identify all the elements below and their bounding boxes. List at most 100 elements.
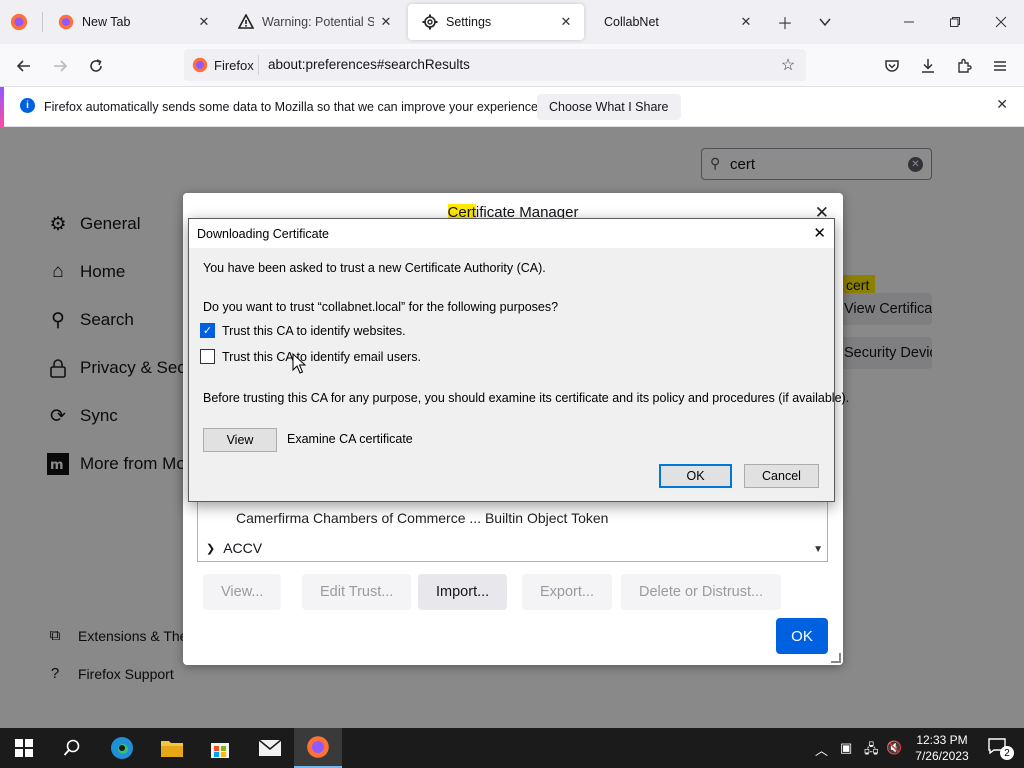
list-all-tabs-chevron-icon[interactable]: [813, 10, 837, 34]
tray-chevron-up-icon[interactable]: ︿: [815, 740, 828, 759]
gear-icon: ⚙: [49, 213, 67, 235]
import-button[interactable]: Import...: [418, 574, 508, 610]
dialog-title: Downloading Certificate: [197, 227, 330, 241]
scroll-down-icon[interactable]: ▼: [813, 544, 823, 555]
security-devices-button[interactable]: Security Devices...: [830, 337, 932, 369]
trust-email-checkbox[interactable]: [200, 349, 215, 364]
category-home[interactable]: ⌂ Home: [46, 258, 125, 286]
close-tab-icon[interactable]: ✕: [734, 10, 758, 34]
chevron-down-icon[interactable]: ❯: [206, 542, 215, 555]
firefox-taskbar-icon[interactable]: [294, 728, 342, 768]
search-highlight: cert: [840, 275, 876, 295]
system-clock[interactable]: 12:33 PM 7/26/2023: [906, 732, 978, 764]
new-tab-plus-icon[interactable]: ＋: [773, 10, 797, 34]
export-button[interactable]: Export...: [522, 574, 612, 610]
category-label: Sync: [80, 406, 118, 425]
network-icon[interactable]: 🖧: [864, 740, 879, 762]
trust-websites-checkbox[interactable]: ✓: [200, 323, 215, 338]
firefox-view-icon[interactable]: [10, 13, 28, 31]
mozilla-icon: m: [46, 452, 70, 476]
tab-settings[interactable]: Settings ✕: [408, 4, 584, 40]
tab-title: Warning: Potential Securi: [262, 15, 374, 29]
delete-distrust-button[interactable]: Delete or Distrust...: [621, 574, 782, 610]
lock-icon: [46, 356, 70, 380]
file-explorer-icon[interactable]: [148, 728, 196, 768]
trust-email-option[interactable]: Trust this CA to identify email users.: [200, 349, 421, 364]
tab-strip: New Tab ✕ Warning: Potential Securi ✕ Se…: [0, 0, 1024, 44]
intro-text: You have been asked to trust a new Certi…: [203, 261, 546, 275]
search-value: cert: [730, 156, 756, 173]
notification-center-icon[interactable]: 2: [988, 738, 1014, 760]
certificate-tree[interactable]: Camerfirma Chambers of Commerce ... Buil…: [197, 500, 828, 562]
clock-date: 7/26/2023: [915, 749, 969, 763]
restore-icon[interactable]: [932, 0, 978, 44]
examine-label: Examine CA certificate: [287, 432, 413, 446]
close-tab-icon[interactable]: ✕: [554, 10, 578, 34]
back-arrow-icon[interactable]: [10, 52, 38, 80]
clear-search-icon[interactable]: ✕: [908, 157, 923, 172]
firefox-icon: [58, 14, 74, 30]
mouse-cursor-icon: [292, 353, 306, 374]
volume-muted-icon[interactable]: 🔇: [886, 740, 902, 756]
view-certificates-button[interactable]: View Certificates...: [830, 293, 932, 325]
search-icon[interactable]: [48, 728, 96, 768]
question-text: Do you want to trust “collabnet.local” f…: [203, 300, 559, 314]
downloading-certificate-dialog: Downloading Certificate ✕ You have been …: [188, 218, 849, 502]
view-cert-button[interactable]: View...: [203, 574, 282, 610]
help-icon: ?: [50, 665, 60, 682]
firefox-icon: [192, 57, 208, 73]
edit-trust-button[interactable]: Edit Trust...: [302, 574, 412, 610]
ok-button[interactable]: OK: [659, 464, 732, 488]
option-label: Trust this CA to identify email users.: [222, 349, 421, 364]
tab-title: New Tab: [82, 15, 131, 29]
pocket-icon[interactable]: [878, 52, 906, 80]
url-text[interactable]: about:preferences#searchResults: [268, 57, 470, 72]
cert-manager-ok-button[interactable]: OK: [776, 618, 828, 654]
tab-collabnet[interactable]: CollabNet ✕: [588, 0, 764, 44]
trust-websites-option[interactable]: ✓ Trust this CA to identify websites.: [200, 323, 406, 338]
edge-browser-icon[interactable]: [98, 728, 146, 768]
bookmark-star-icon[interactable]: ☆: [776, 53, 800, 77]
address-bar[interactable]: Firefox about:preferences#searchResults …: [184, 49, 806, 81]
firefox-support-link[interactable]: ? Firefox Support: [46, 665, 174, 682]
close-dialog-icon[interactable]: ✕: [813, 224, 826, 242]
tab-warning[interactable]: Warning: Potential Securi ✕: [224, 0, 404, 44]
close-window-icon[interactable]: [978, 0, 1024, 44]
close-notification-icon[interactable]: ✕: [996, 96, 1008, 113]
resize-grip-icon[interactable]: [831, 653, 841, 663]
notification-accent-stripe: [0, 87, 4, 127]
option-label: Trust this CA to identify websites.: [222, 323, 406, 338]
search-icon: ⚲: [710, 155, 721, 171]
svg-text:m: m: [50, 458, 64, 473]
choose-what-i-share-button[interactable]: Choose What I Share: [537, 94, 681, 120]
cancel-button[interactable]: Cancel: [744, 464, 819, 488]
tab-new-tab[interactable]: New Tab ✕: [44, 0, 222, 44]
category-general[interactable]: ⚙ General: [46, 210, 140, 238]
mail-icon[interactable]: [246, 728, 294, 768]
footer-label: Firefox Support: [78, 665, 174, 682]
category-sync[interactable]: ⟳ Sync: [46, 402, 118, 430]
preferences-search-input[interactable]: ⚲ cert ✕: [701, 148, 932, 180]
start-windows-icon[interactable]: [0, 728, 48, 768]
close-tab-icon[interactable]: ✕: [192, 10, 216, 34]
info-icon: i: [20, 98, 35, 113]
tree-row[interactable]: Camerfirma Chambers of Commerce ... Buil…: [236, 510, 608, 526]
extensions-icon[interactable]: [950, 52, 978, 80]
category-search[interactable]: ⚲ Search: [46, 306, 134, 334]
forward-arrow-icon[interactable]: [46, 52, 74, 80]
tray-app-icon[interactable]: ▣: [840, 740, 852, 756]
windows-taskbar: ︿ ▣ 🖧 🔇 12:33 PM 7/26/2023 2: [0, 728, 1024, 768]
minimize-icon[interactable]: [886, 0, 932, 44]
reload-icon[interactable]: [82, 52, 110, 80]
tab-separator: [42, 12, 43, 32]
hamburger-menu-icon[interactable]: [986, 52, 1014, 80]
identity-box[interactable]: Firefox: [192, 57, 254, 73]
store-icon[interactable]: [196, 728, 244, 768]
tree-group-row[interactable]: ❯ ACCV: [206, 540, 262, 556]
gear-icon: [422, 14, 438, 30]
category-label: General: [80, 214, 141, 233]
downloads-icon[interactable]: [914, 52, 942, 80]
navigation-toolbar: Firefox about:preferences#searchResults …: [0, 44, 1024, 86]
view-ca-button[interactable]: View: [203, 428, 277, 452]
close-tab-icon[interactable]: ✕: [374, 10, 398, 34]
